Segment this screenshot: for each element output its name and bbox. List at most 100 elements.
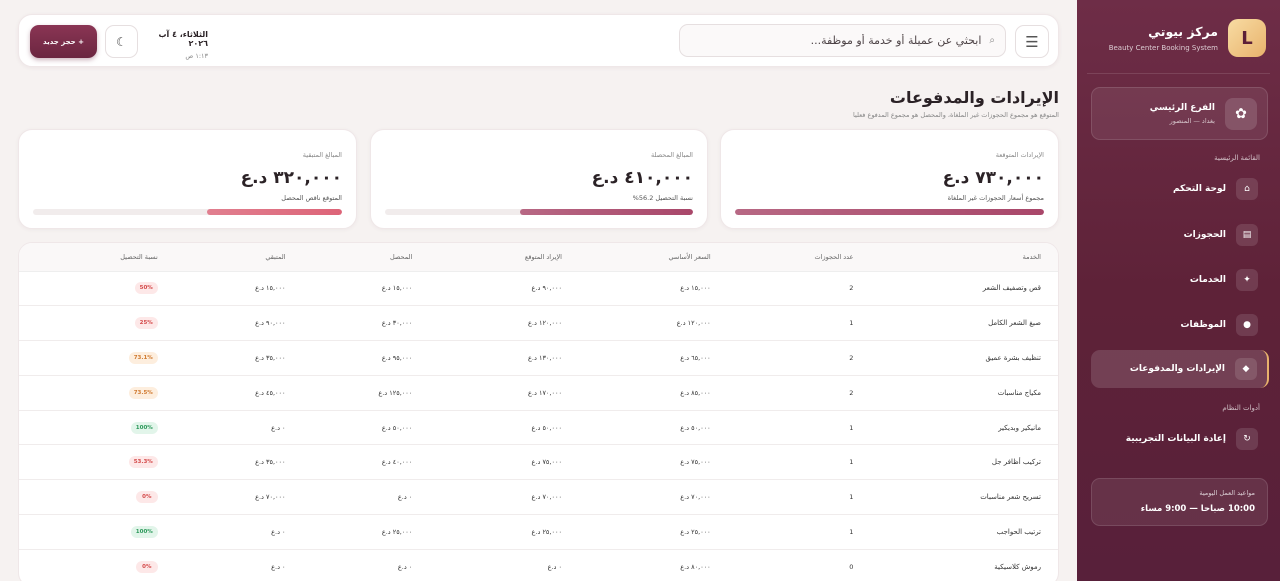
sidebar-item-label: إعادة البيانات التجريبية <box>1125 434 1226 444</box>
card-label: المبالغ المحصلة <box>650 151 693 159</box>
cell-rate: 100% <box>19 514 158 550</box>
collection-rate-badge: 100% <box>130 421 158 434</box>
progress-bar <box>735 209 1044 215</box>
brand-subtitle: Beauty Center Booking System <box>1108 44 1218 52</box>
column-header: المحصل <box>285 243 413 272</box>
sidebar-item-user[interactable]: ● الموظفات <box>1091 306 1268 344</box>
cell-expected: ٧٥,٠٠٠ د.ع <box>412 444 562 481</box>
sidebar-item-label: لوحة التحكم <box>1172 184 1226 194</box>
cell-service: قص وتصفيف الشعر <box>853 271 1058 307</box>
diamond-icon: ◆ <box>1235 358 1257 380</box>
cell-service: تسريح شعر مناسبات <box>853 479 1058 516</box>
new-booking-button[interactable]: + حجز جديد <box>30 25 97 58</box>
cell-remaining: ٩٠,٠٠٠ د.ع <box>157 305 286 342</box>
cell-expected: ١٣٠,٠٠٠ د.ع <box>412 340 562 376</box>
sparkle-icon: ✦ <box>1236 269 1258 291</box>
tools-section-title: أدوات النظام <box>1222 404 1260 412</box>
topbar: ☰ ⌕ الثلاثاء، ٤ آب ٢٠٢٦ ١:١٣ ص ☾ + حجز ج… <box>18 14 1059 67</box>
sidebar-item-calendar[interactable]: ▤ الحجوزات <box>1091 216 1268 254</box>
progress-bar <box>33 209 342 215</box>
menu-button[interactable]: ☰ <box>1015 25 1049 58</box>
hours-label: مواعيد العمل اليومية <box>1199 489 1255 497</box>
cell-collected: ٠ د.ع <box>285 479 413 516</box>
cell-expected: ١٢٠,٠٠٠ د.ع <box>412 305 562 342</box>
table-header-row: الخدمة عدد الحجوزات السعر الأساسي الإيرا… <box>19 243 1058 272</box>
branch-selector[interactable]: ✿ الفرع الرئيسي بغداد — المنصور <box>1091 87 1268 140</box>
cell-remaining: ٠ د.ع <box>157 514 286 550</box>
collection-rate-badge: 50% <box>134 282 158 295</box>
moon-icon: ☾ <box>116 34 127 49</box>
cell-count: 0 <box>710 549 854 581</box>
table-row: ترتيب الحواجب 1 ٢٥,٠٠٠ د.ع ٢٥,٠٠٠ د.ع ٢٥,٠٠٠… <box>19 514 1058 550</box>
cell-expected: ١٧٠,٠٠٠ د.ع <box>412 375 562 411</box>
cell-remaining: ٤٥,٠٠٠ د.ع <box>157 375 286 411</box>
cell-remaining: ٣٥,٠٠٠ د.ع <box>157 340 286 376</box>
table-row: صبغ الشعر الكامل 1 ١٢٠,٠٠٠ د.ع ١٢٠,٠٠٠ د.ع ٣… <box>19 305 1058 342</box>
cell-remaining: ٠ د.ع <box>157 549 286 581</box>
cell-base: ٢٥,٠٠٠ د.ع <box>561 514 711 550</box>
cell-rate: 73.1% <box>19 340 158 376</box>
refresh-icon: ↻ <box>1236 428 1258 450</box>
sidebar-item-home[interactable]: ⌂ لوحة التحكم <box>1091 170 1268 208</box>
cell-rate: 0% <box>19 479 158 516</box>
brand-divider <box>1087 73 1270 74</box>
cell-collected: ٤٠,٠٠٠ د.ع <box>285 444 413 481</box>
cell-base: ٨٠,٠٠٠ د.ع <box>561 549 711 581</box>
current-date: الثلاثاء، ٤ آب ٢٠٢٦ <box>158 30 208 48</box>
cell-expected: ٧٠,٠٠٠ د.ع <box>412 479 562 516</box>
collection-rate-badge: 53.3% <box>128 456 158 469</box>
cell-collected: ٣٠,٠٠٠ د.ع <box>285 305 413 342</box>
sidebar-item-diamond[interactable]: ◆ الإيرادات والمدفوعات <box>1091 350 1269 388</box>
column-header: المتبقي <box>157 243 286 272</box>
cell-rate: 100% <box>19 410 158 446</box>
cell-collected: ٩٥,٠٠٠ د.ع <box>285 340 413 376</box>
card-value: ٤١٠,٠٠٠ د.ع <box>591 168 693 188</box>
collection-rate-badge: 73.5% <box>128 386 158 399</box>
hamburger-icon: ☰ <box>1025 32 1039 51</box>
brand-logo: L <box>1228 19 1266 57</box>
column-header: عدد الحجوزات <box>710 243 854 272</box>
cell-collected: ٥٠,٠٠٠ د.ع <box>285 410 413 446</box>
branch-name: الفرع الرئيسي <box>1149 102 1215 113</box>
cell-rate: 53.3% <box>19 444 158 481</box>
sidebar-item-sparkle[interactable]: ✦ الخدمات <box>1091 261 1268 299</box>
cell-expected: ٥٠,٠٠٠ د.ع <box>412 410 562 446</box>
collection-rate-badge: 0% <box>135 560 158 573</box>
cell-base: ١٥,٠٠٠ د.ع <box>561 271 711 307</box>
table-row: تنظيف بشرة عميق 2 ٦٥,٠٠٠ د.ع ١٣٠,٠٠٠ د.ع ٩٥,… <box>19 340 1058 376</box>
card-value: ٧٣٠,٠٠٠ د.ع <box>942 168 1044 188</box>
cell-service: ترتيب الحواجب <box>853 514 1058 550</box>
card-note: المتوقع ناقص المحصل <box>281 194 342 202</box>
table-row: تركيب أظافر جل 1 ٧٥,٠٠٠ د.ع ٧٥,٠٠٠ د.ع ٤٠,٠٠… <box>19 444 1058 481</box>
cell-count: 2 <box>710 375 854 411</box>
search-input[interactable] <box>701 34 982 47</box>
table-row: قص وتصفيف الشعر 2 ١٥,٠٠٠ د.ع ٩٠,٠٠٠ د.ع ١٥,٠… <box>19 271 1058 307</box>
collection-rate-badge: 0% <box>135 491 158 504</box>
sidebar-item-label: الموظفات <box>1180 320 1226 330</box>
cell-collected: ٢٥,٠٠٠ د.ع <box>285 514 413 550</box>
cell-count: 1 <box>710 444 854 481</box>
theme-toggle-button[interactable]: ☾ <box>105 25 138 58</box>
cell-base: ١٢٠,٠٠٠ د.ع <box>561 305 711 342</box>
cell-base: ٧٠,٠٠٠ د.ع <box>561 479 711 516</box>
table-row: مكياج مناسبات 2 ٨٥,٠٠٠ د.ع ١٧٠,٠٠٠ د.ع ١٢٥,٠… <box>19 375 1058 411</box>
cell-remaining: ٧٠,٠٠٠ د.ع <box>157 479 286 516</box>
card-note: مجموع أسعار الحجوزات غير الملغاة <box>947 194 1044 202</box>
expected-revenue-card: الإيرادات المتوقعة ٧٣٠,٠٠٠ د.ع مجموع أسع… <box>720 129 1059 229</box>
cell-service: رموش كلاسيكية <box>853 549 1058 581</box>
collection-rate-badge: 73.1% <box>128 351 158 364</box>
table-row: مانيكير وبديكير 1 ٥٠,٠٠٠ د.ع ٥٠,٠٠٠ د.ع ٥٠,٠… <box>19 410 1058 446</box>
cell-count: 1 <box>710 514 854 550</box>
cell-base: ٧٥,٠٠٠ د.ع <box>561 444 711 481</box>
search-icon: ⌕ <box>989 35 995 46</box>
table-row: تسريح شعر مناسبات 1 ٧٠,٠٠٠ د.ع ٧٠,٠٠٠ د.ع ٠ … <box>19 479 1058 516</box>
collection-rate-badge: 25% <box>134 317 158 330</box>
card-value: ٣٢٠,٠٠٠ د.ع <box>240 168 342 188</box>
cell-count: 1 <box>710 479 854 516</box>
current-time: ١:١٣ ص <box>185 52 208 60</box>
sidebar: L مركز بيوتي Beauty Center Booking Syste… <box>1077 0 1280 581</box>
progress-fill <box>735 209 1044 215</box>
sidebar-item-reset-demo-data[interactable]: ↻ إعادة البيانات التجريبية <box>1091 420 1268 458</box>
cell-collected: ١٥,٠٠٠ د.ع <box>285 271 413 307</box>
brand-name: مركز بيوتي <box>1148 24 1218 39</box>
